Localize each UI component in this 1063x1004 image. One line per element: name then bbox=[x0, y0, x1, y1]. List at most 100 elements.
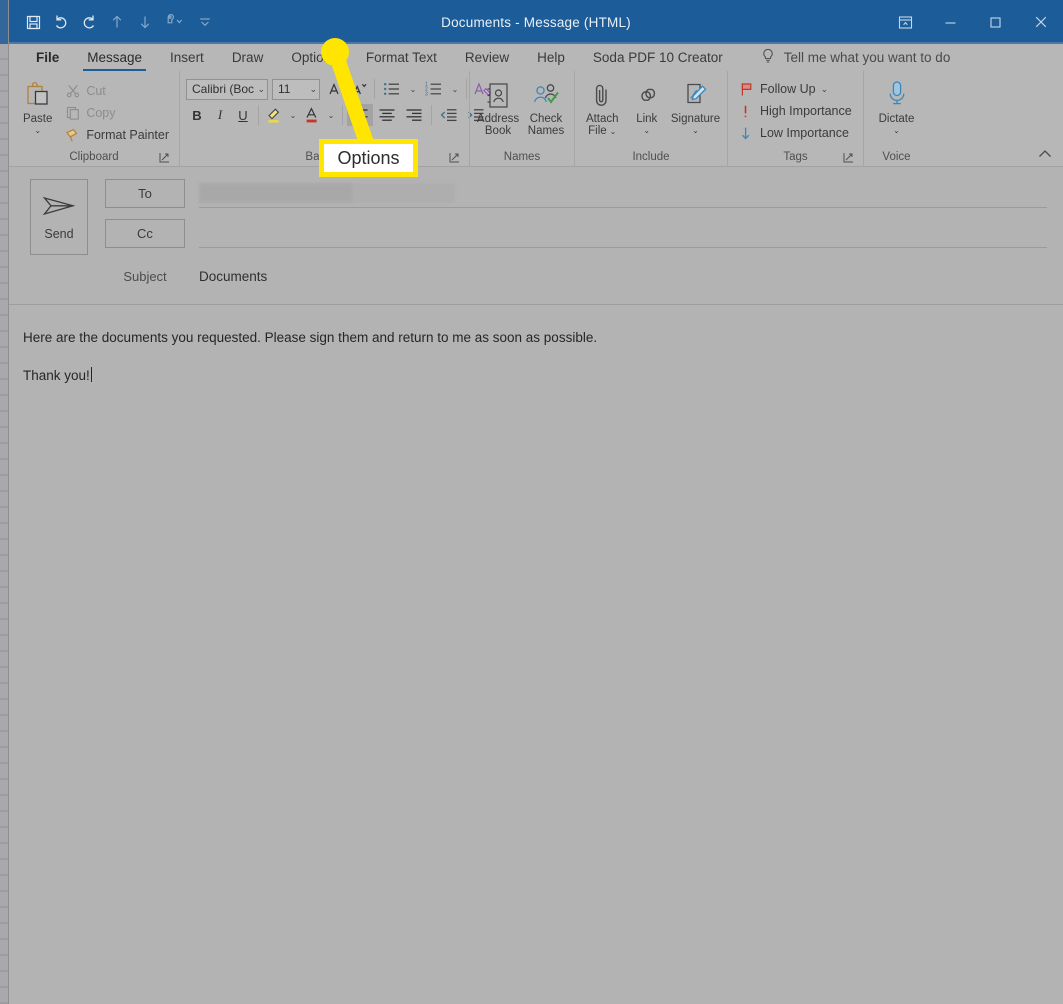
close-button[interactable] bbox=[1018, 0, 1063, 44]
tab-insert[interactable]: Insert bbox=[156, 44, 218, 71]
tab-options[interactable]: Options bbox=[277, 44, 352, 71]
customize-quick-access-toolbar-icon[interactable] bbox=[192, 9, 218, 35]
font-name-chevron-down-icon[interactable]: ⌄ bbox=[254, 84, 265, 95]
tell-me-search[interactable]: Tell me what you want to do bbox=[761, 44, 950, 71]
group-label-basic-text: Basic T bbox=[186, 148, 463, 166]
signature-chevron-down-icon[interactable]: ⌄ bbox=[692, 126, 699, 135]
ribbon-group-names: Address Book Check Names Names bbox=[469, 71, 574, 166]
link-chevron-down-icon[interactable]: ⌄ bbox=[643, 126, 650, 135]
follow-up-label: Follow Up bbox=[760, 82, 816, 96]
decrease-indent-button[interactable] bbox=[436, 104, 462, 126]
save-icon[interactable] bbox=[20, 9, 46, 35]
align-left-button[interactable] bbox=[347, 104, 373, 126]
cc-input[interactable] bbox=[199, 219, 1047, 248]
copy-icon bbox=[64, 106, 81, 120]
title-bar: Documents - Message (HTML) bbox=[9, 0, 1063, 44]
follow-up-button[interactable]: Follow Up ⌄ bbox=[734, 78, 856, 100]
bold-button[interactable]: B bbox=[186, 104, 208, 126]
message-body[interactable]: Here are the documents you requested. Pl… bbox=[9, 305, 1063, 387]
ribbon: Paste ⌄ Cut Copy Format Painter Clipboar… bbox=[9, 71, 1063, 167]
font-size-value: 11 bbox=[278, 82, 291, 96]
tags-dialog-launcher-icon[interactable] bbox=[843, 152, 855, 164]
attach-file-chevron-down-icon[interactable]: ⌄ bbox=[610, 127, 617, 136]
copy-button[interactable]: Copy bbox=[60, 102, 173, 124]
font-name-combo[interactable]: Calibri (Boc ⌄ bbox=[186, 78, 268, 100]
align-center-button[interactable] bbox=[374, 104, 400, 126]
align-right-button[interactable] bbox=[401, 104, 427, 126]
exclamation-icon bbox=[738, 104, 755, 119]
format-painter-button[interactable]: Format Painter bbox=[60, 124, 173, 146]
background-window-sliver bbox=[0, 0, 9, 1004]
address-book-button[interactable]: Address Book bbox=[476, 75, 520, 137]
to-input[interactable] bbox=[199, 179, 1047, 208]
redo-icon[interactable] bbox=[76, 9, 102, 35]
attach-file-label-2: File bbox=[588, 125, 607, 137]
tab-draw[interactable]: Draw bbox=[218, 44, 278, 71]
underline-button[interactable]: U bbox=[232, 104, 254, 126]
attach-file-button[interactable]: Attach File ⌄ bbox=[581, 75, 624, 137]
high-importance-button[interactable]: High Importance bbox=[734, 100, 856, 122]
bullets-chevron-down-icon[interactable]: ⌄ bbox=[406, 78, 420, 100]
format-painter-label: Format Painter bbox=[86, 128, 169, 142]
clipboard-dialog-launcher-icon[interactable] bbox=[159, 152, 171, 164]
minimize-button[interactable] bbox=[928, 0, 973, 44]
check-names-label-1: Check bbox=[529, 113, 563, 125]
follow-up-chevron-down-icon[interactable]: ⌄ bbox=[821, 84, 829, 95]
font-size-combo[interactable]: 11 ⌄ bbox=[272, 78, 320, 100]
font-color-chevron-down-icon[interactable]: ⌄ bbox=[324, 104, 338, 126]
subject-label: Subject bbox=[123, 268, 167, 284]
grow-font-button[interactable] bbox=[325, 78, 347, 100]
maximize-button[interactable] bbox=[973, 0, 1018, 44]
tab-help[interactable]: Help bbox=[523, 44, 579, 71]
subject-input[interactable]: Documents bbox=[199, 269, 267, 284]
background-window-titlebar bbox=[0, 0, 8, 44]
tab-review[interactable]: Review bbox=[451, 44, 523, 71]
shrink-font-button[interactable] bbox=[348, 78, 370, 100]
undo-icon[interactable] bbox=[48, 9, 74, 35]
collapse-ribbon-button[interactable] bbox=[1037, 71, 1063, 166]
ribbon-display-options-button[interactable] bbox=[883, 0, 928, 44]
signature-button[interactable]: Signature ⌄ bbox=[670, 75, 721, 135]
cc-button[interactable]: Cc bbox=[105, 219, 185, 248]
basic-text-dialog-launcher-icon[interactable] bbox=[449, 152, 461, 164]
clipboard-label-text: Clipboard bbox=[69, 151, 119, 163]
touch-mouse-mode-icon[interactable] bbox=[160, 9, 190, 35]
next-item-icon[interactable] bbox=[132, 9, 158, 35]
ribbon-tabs: File Message Insert Draw Options Format … bbox=[9, 44, 1063, 71]
numbering-button[interactable]: 1 2 3 bbox=[421, 78, 447, 100]
header-divider bbox=[9, 304, 1063, 305]
send-icon bbox=[42, 194, 76, 221]
signature-icon bbox=[681, 79, 711, 113]
recipient-fields: To Cc bbox=[88, 179, 1063, 259]
dictate-label: Dictate bbox=[878, 113, 915, 125]
cut-button[interactable]: Cut bbox=[60, 80, 173, 102]
high-importance-label: High Importance bbox=[760, 104, 852, 118]
font-size-chevron-down-icon[interactable]: ⌄ bbox=[306, 84, 317, 95]
bullets-button[interactable] bbox=[379, 78, 405, 100]
paste-button[interactable]: Paste ⌄ bbox=[15, 75, 60, 135]
tab-format-text[interactable]: Format Text bbox=[352, 44, 451, 71]
previous-item-icon[interactable] bbox=[104, 9, 130, 35]
link-label: Link bbox=[636, 113, 658, 125]
outlook-message-window: Documents - Message (HTML) File Message … bbox=[9, 0, 1063, 1004]
subject-row: Subject Documents bbox=[9, 259, 1063, 293]
dictate-button[interactable]: Dictate ⌄ bbox=[872, 75, 922, 135]
low-importance-button[interactable]: Low Importance bbox=[734, 122, 856, 144]
font-color-button[interactable] bbox=[301, 104, 323, 126]
check-names-button[interactable]: Check Names bbox=[524, 75, 568, 137]
send-label: Send bbox=[44, 226, 74, 241]
highlight-chevron-down-icon[interactable]: ⌄ bbox=[286, 104, 300, 126]
send-button[interactable]: Send bbox=[30, 179, 88, 255]
numbering-chevron-down-icon[interactable]: ⌄ bbox=[448, 78, 462, 100]
check-names-icon bbox=[531, 79, 561, 113]
tab-file[interactable]: File bbox=[22, 44, 73, 71]
tab-soda-pdf-10-creator[interactable]: Soda PDF 10 Creator bbox=[579, 44, 737, 71]
to-button[interactable]: To bbox=[105, 179, 185, 208]
link-button[interactable]: Link ⌄ bbox=[626, 75, 669, 135]
dictate-chevron-down-icon[interactable]: ⌄ bbox=[893, 126, 900, 135]
tab-message[interactable]: Message bbox=[73, 44, 156, 71]
body-paragraph-1: Here are the documents you requested. Pl… bbox=[23, 330, 598, 345]
text-highlight-color-button[interactable] bbox=[263, 104, 285, 126]
italic-button[interactable]: I bbox=[209, 104, 231, 126]
paste-chevron-down-icon[interactable]: ⌄ bbox=[34, 126, 41, 135]
